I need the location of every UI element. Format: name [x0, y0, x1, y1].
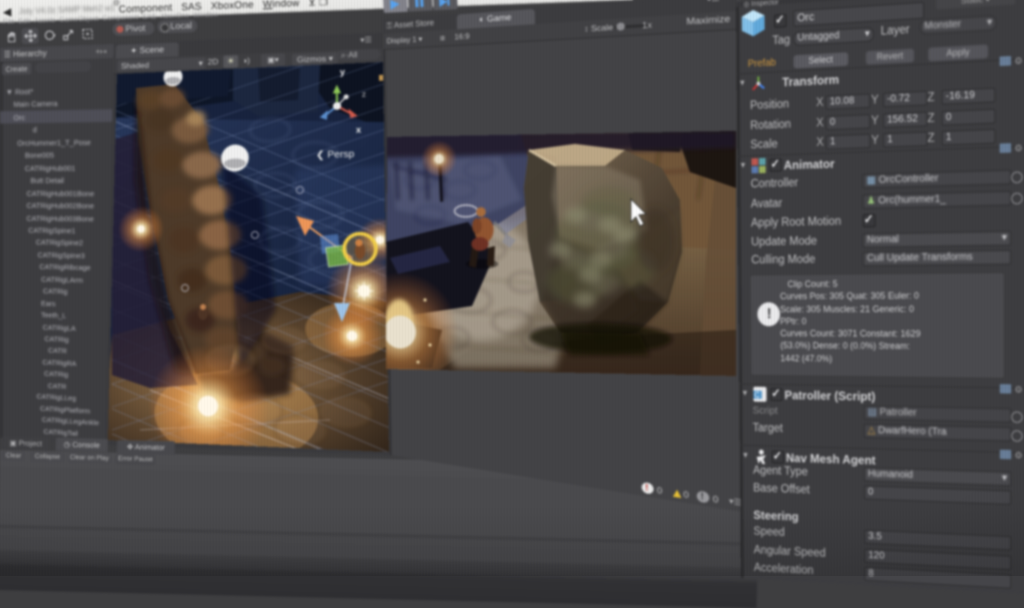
svg-text:z: z [362, 89, 367, 99]
svg-text:x: x [356, 125, 362, 135]
svg-text:y: y [340, 67, 346, 77]
svg-text:❮ Persp: ❮ Persp [316, 148, 355, 161]
svg-text:C: C [754, 390, 759, 400]
